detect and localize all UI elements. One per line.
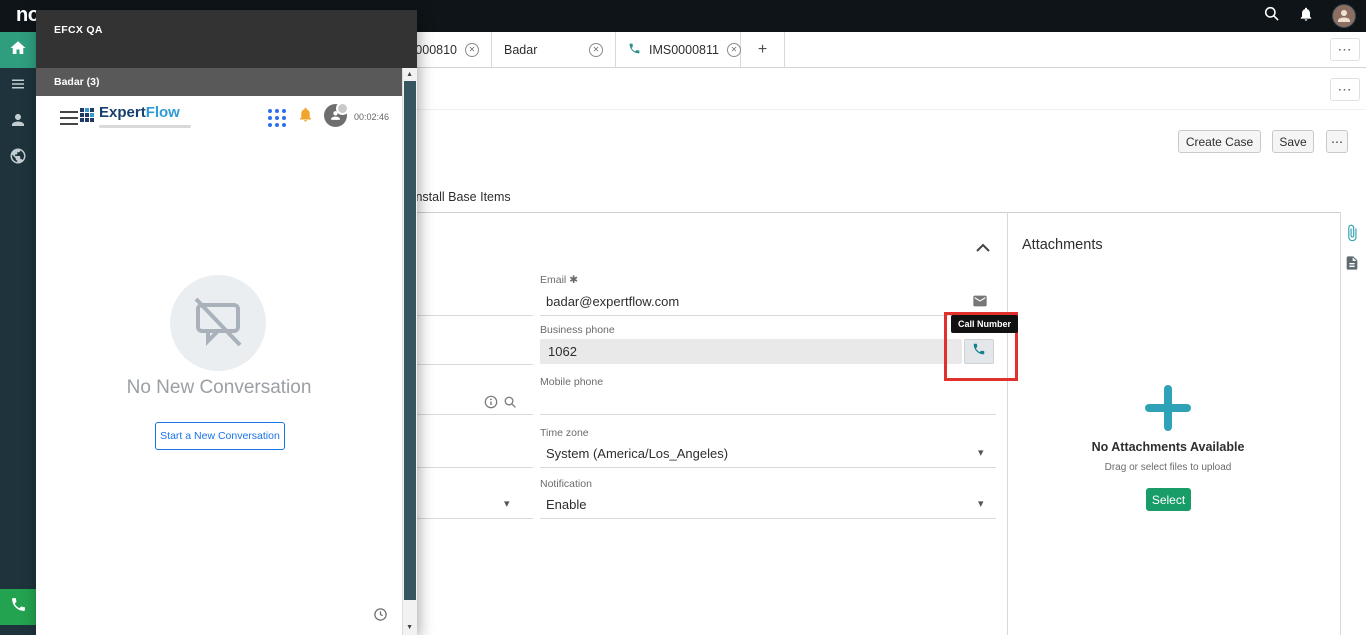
sidebar-item-globe[interactable]	[0, 140, 36, 176]
document-icon[interactable]	[1344, 255, 1360, 276]
chevron-down-icon[interactable]: ▾	[978, 497, 984, 510]
time-zone-label: Time zone	[540, 427, 589, 439]
attachments-empty-subtitle: Drag or select files to upload	[1002, 462, 1334, 473]
business-phone-field[interactable]: 1062	[540, 339, 962, 364]
workspace-tab-ims0000811[interactable]: IMS0000811 ✕	[616, 32, 741, 67]
widget-app-title: EFCX QA	[36, 10, 417, 68]
home-icon	[9, 39, 27, 62]
tab-overflow-button[interactable]: ⋯	[1330, 38, 1360, 61]
field-underline	[410, 414, 533, 415]
field-underline	[410, 364, 533, 365]
collapse-section-chevron[interactable]	[976, 239, 990, 257]
email-label: Email ✱	[540, 274, 578, 286]
time-zone-select[interactable]: System (America/Los_Angeles)	[546, 446, 728, 461]
scroll-down-icon[interactable]: ▼	[403, 621, 416, 635]
widget-content: Badar (3) ExpertFlow	[36, 68, 402, 635]
field-underline	[410, 467, 533, 468]
business-phone-label: Business phone	[540, 324, 615, 336]
brand-secondary: Flow	[146, 104, 180, 121]
notifications-bell-icon[interactable]	[1298, 6, 1314, 27]
email-field[interactable]: badar@expertflow.com	[546, 294, 679, 309]
section-tab-install-base-items[interactable]: Install Base Items	[412, 190, 511, 204]
record-more-button[interactable]: ⋯	[1330, 78, 1360, 101]
phone-icon	[628, 42, 641, 58]
contact-icon	[9, 111, 27, 134]
form-more-button[interactable]: ⋯	[1326, 130, 1348, 153]
field-underline	[540, 414, 996, 415]
attachments-title: Attachments	[1022, 237, 1103, 253]
notification-label: Notification	[540, 478, 592, 490]
add-attachment-icon[interactable]	[1002, 384, 1334, 437]
search-icon[interactable]	[1263, 5, 1280, 27]
agent-state-timer: 00:02:46	[354, 112, 389, 122]
field-underline	[540, 315, 996, 316]
field-underline	[540, 518, 996, 519]
call-number-tooltip: Call Number	[951, 315, 1018, 333]
scroll-up-icon[interactable]: ▲	[403, 68, 416, 82]
widget-body: Badar (3) ExpertFlow	[36, 68, 417, 635]
close-tab-icon[interactable]: ✕	[727, 43, 741, 57]
start-conversation-button[interactable]: Start a New Conversation	[155, 422, 285, 450]
sidebar-item-home[interactable]	[0, 32, 36, 68]
no-conversation-icon	[170, 275, 266, 376]
dialpad-icon[interactable]	[268, 109, 286, 127]
select-files-button[interactable]: Select	[1146, 488, 1191, 511]
info-icon[interactable]	[484, 395, 498, 414]
workspace-tab-badar[interactable]: Badar ✕	[492, 32, 616, 67]
list-icon	[9, 75, 27, 98]
close-tab-icon[interactable]: ✕	[465, 43, 479, 57]
tab-label: Badar	[504, 43, 581, 57]
scrollbar-thumb[interactable]	[404, 81, 416, 600]
header-actions	[1263, 0, 1356, 32]
add-tab-button[interactable]: +	[741, 32, 785, 67]
field-underline	[540, 467, 996, 468]
brand-primary: Expert	[99, 104, 146, 121]
envelope-icon[interactable]	[972, 293, 988, 314]
tab-label: IMS0000811	[649, 43, 719, 57]
required-mark: ✱	[569, 274, 578, 286]
expertflow-logo: ExpertFlow	[80, 104, 191, 128]
expertflow-grid-icon	[80, 108, 94, 122]
widget-queue-header: Badar (3)	[36, 68, 402, 96]
phone-icon	[10, 596, 27, 618]
sidebar-item-phone[interactable]	[0, 589, 36, 625]
field-underline	[410, 315, 533, 316]
globe-icon	[9, 147, 27, 170]
mobile-phone-label: Mobile phone	[540, 376, 603, 388]
widget-bell-icon[interactable]	[297, 106, 314, 128]
left-nav-sidebar	[0, 32, 36, 635]
widget-scrollbar[interactable]: ▲ ▼	[402, 68, 417, 635]
menu-hamburger-icon[interactable]	[60, 111, 78, 129]
brand-tagline	[99, 125, 191, 128]
chevron-down-icon[interactable]: ▾	[978, 446, 984, 459]
paperclip-icon[interactable]	[1343, 224, 1361, 247]
history-clock-icon[interactable]	[373, 607, 388, 627]
notification-select[interactable]: Enable	[546, 497, 586, 512]
field-underline	[410, 518, 533, 519]
create-case-button[interactable]: Create Case	[1178, 130, 1261, 153]
widget-main: ExpertFlow 00:02:46	[36, 96, 402, 635]
expertflow-widget-panel: EFCX QA Badar (3) ExpertFlow	[36, 10, 417, 635]
agent-status-badge	[336, 102, 349, 115]
attachments-empty-title: No Attachments Available	[1002, 440, 1334, 454]
sidebar-item-contacts[interactable]	[0, 104, 36, 140]
lookup-search-icon[interactable]	[503, 395, 517, 414]
app-root: now I	[0, 0, 1366, 635]
no-conversation-message: No New Conversation	[36, 377, 402, 399]
user-avatar[interactable]	[1332, 4, 1356, 28]
save-button[interactable]: Save	[1272, 130, 1314, 153]
close-tab-icon[interactable]: ✕	[589, 43, 603, 57]
chevron-down-icon[interactable]: ▾	[504, 497, 510, 510]
agent-avatar[interactable]	[324, 104, 347, 127]
sidebar-item-lists[interactable]	[0, 68, 36, 104]
